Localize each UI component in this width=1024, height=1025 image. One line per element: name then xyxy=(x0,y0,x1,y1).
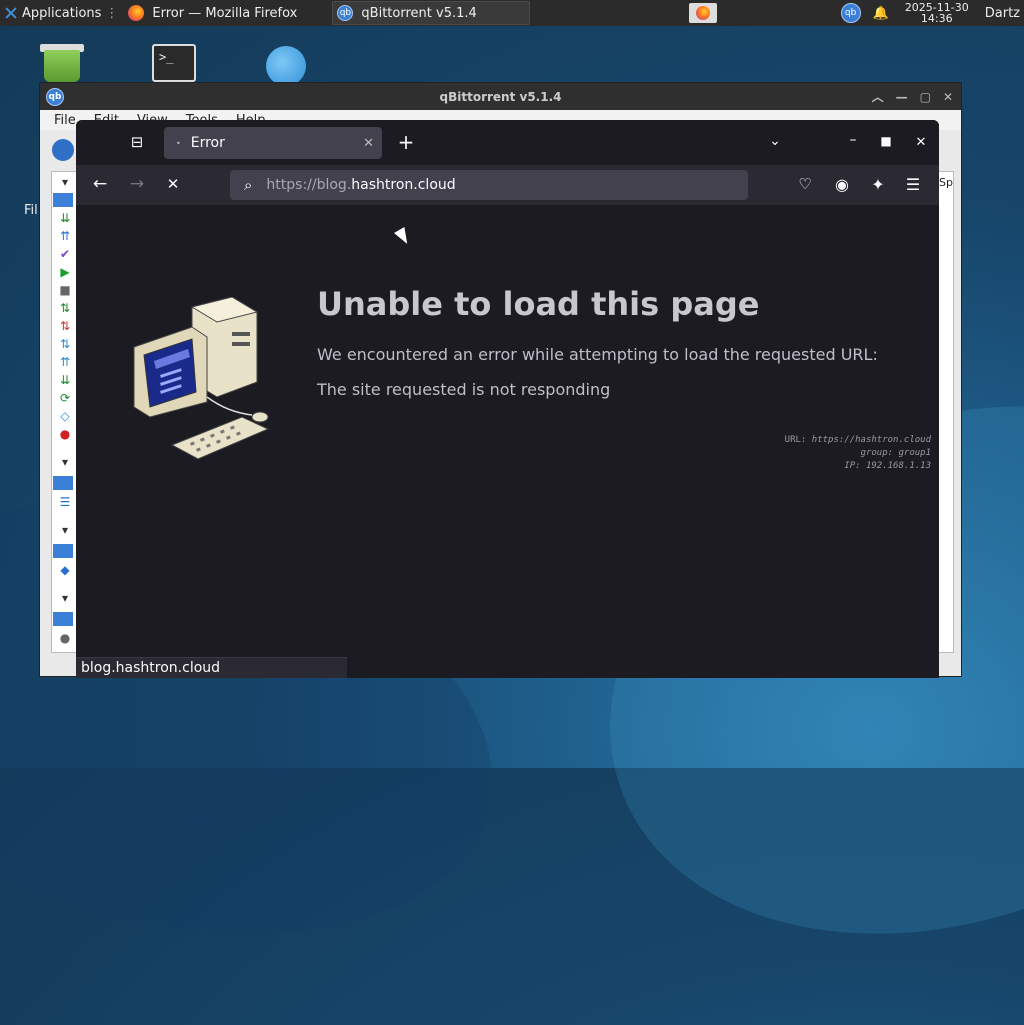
applications-menu[interactable]: Applications ⋮ xyxy=(0,0,122,26)
tab-title: Error xyxy=(190,135,225,151)
workspace-switcher[interactable] xyxy=(688,3,717,23)
search-icon: ⌕ xyxy=(244,176,253,194)
taskbar-qbittorrent[interactable]: qb qBittorrent v5.1.4 xyxy=(332,1,531,25)
back-icon[interactable]: ← xyxy=(89,176,111,193)
notifications-icon[interactable]: 🔔 xyxy=(869,0,893,26)
tab-error[interactable]: • Error ✕ xyxy=(164,127,382,159)
tray-qbittorrent-icon: qb xyxy=(840,3,861,23)
stalled-downloading-icon[interactable]: ⇊ xyxy=(58,374,72,386)
running-icon[interactable]: ▶ xyxy=(58,266,72,278)
firefox-window[interactable]: ⊟ • Error ✕ + ⌄ – ■ ✕ ← → ✕ ⌕ https://bl… xyxy=(76,120,939,678)
error-description: We encountered an error while attempting… xyxy=(317,345,878,364)
errored-icon[interactable]: ● xyxy=(58,428,72,440)
url-host: hashtron.cloud xyxy=(351,177,456,193)
collapse-icon[interactable]: ▾ xyxy=(58,176,72,188)
trash-icon[interactable] xyxy=(40,42,84,82)
qb-close-icon[interactable]: ✕ xyxy=(943,90,953,104)
firefox-tabbar: ⊟ • Error ✕ + ⌄ – ■ ✕ xyxy=(76,120,939,165)
firefox-view-icon[interactable]: ⊟ xyxy=(126,134,148,151)
meta-url-label: URL: xyxy=(784,435,807,445)
qbittorrent-titlebar[interactable]: qb qBittorrent v5.1.4 ︿ — ▢ ✕ xyxy=(40,83,961,110)
qbittorrent-window-icon: qb xyxy=(46,88,64,106)
user-menu[interactable]: Dartz xyxy=(981,0,1024,26)
inactive-icon[interactable]: ⇅ xyxy=(58,320,72,332)
qbittorrent-title: qBittorrent v5.1.4 xyxy=(439,89,562,104)
qb-maximize-icon[interactable]: ▢ xyxy=(920,90,931,104)
minimize-icon[interactable]: – xyxy=(842,132,864,149)
terminal-icon[interactable]: >_ xyxy=(152,44,196,82)
taskbar-firefox-label: Error — Mozilla Firefox xyxy=(152,5,298,21)
tray-qbittorrent[interactable]: qb xyxy=(837,0,869,26)
tags-collapse-icon[interactable]: ▾ xyxy=(58,524,72,536)
tab-close-icon[interactable]: ✕ xyxy=(363,136,374,151)
stopped-icon[interactable]: ■ xyxy=(58,284,72,296)
retro-computer-illustration xyxy=(133,297,270,460)
error-detail: The site requested is not responding xyxy=(317,380,611,399)
list-icon[interactable]: ☰ xyxy=(58,496,72,508)
tag-icon[interactable]: ◆ xyxy=(58,564,72,576)
top-panel: Applications ⋮ Error — Mozilla Firefox q… xyxy=(0,0,1024,26)
tag-all-selected[interactable] xyxy=(53,544,73,558)
web-browser-icon[interactable] xyxy=(266,46,306,86)
meta-ip-label: IP: xyxy=(844,461,861,471)
taskbar-qbittorrent-label: qBittorrent v5.1.4 xyxy=(361,5,477,21)
filter-all-selected[interactable] xyxy=(53,193,73,207)
menu-hamburger-icon[interactable]: ☰ xyxy=(902,176,924,193)
applications-label: Applications xyxy=(22,5,102,21)
stalled-uploading-icon[interactable]: ⇈ xyxy=(58,356,72,368)
completed-icon[interactable]: ✔ xyxy=(58,248,72,260)
clock[interactable]: 2025-11-30 14:36 xyxy=(901,0,973,26)
meta-url: URL: https://hashtron.cloud xyxy=(785,435,931,445)
error-title: Unable to load this page xyxy=(317,285,760,323)
taskbar-firefox[interactable]: Error — Mozilla Firefox xyxy=(124,1,328,25)
workspace-firefox-icon xyxy=(695,6,710,20)
qbittorrent-right-panel: Sp xyxy=(938,171,954,653)
url-bar[interactable]: ⌕ https://blog. hashtron.cloud xyxy=(230,170,748,200)
qb-add-link-icon[interactable] xyxy=(52,139,74,161)
checking-icon[interactable]: ⟳ xyxy=(58,392,72,404)
qbittorrent-icon: qb xyxy=(337,5,354,21)
qb-minimize-icon[interactable]: — xyxy=(896,90,908,104)
meta-ip: IP: 192.168.1.13 xyxy=(844,461,931,471)
stalled-icon[interactable]: ⇅ xyxy=(58,338,72,350)
account-icon[interactable]: ◉ xyxy=(831,176,853,193)
active-icon[interactable]: ⇅ xyxy=(58,302,72,314)
new-tab-icon[interactable]: + xyxy=(395,132,417,152)
firefox-icon xyxy=(128,5,145,21)
meta-url-value: https://hashtron.cloud xyxy=(811,435,931,445)
meta-ip-value: 192.168.1.13 xyxy=(865,461,931,471)
status-bar: blog.hashtron.cloud xyxy=(76,657,347,678)
separator-icon: ⋮ xyxy=(105,5,119,21)
tab-list-chevron-down-icon[interactable]: ⌄ xyxy=(764,133,786,150)
firefox-navbar: ← → ✕ ⌕ https://blog. hashtron.cloud ♡ ◉ … xyxy=(76,165,939,205)
tracker-icon[interactable]: ● xyxy=(58,632,72,644)
maximize-icon[interactable]: ■ xyxy=(875,133,897,150)
seeding-icon[interactable]: ⇈ xyxy=(58,230,72,242)
downloading-icon[interactable]: ⇊ xyxy=(58,212,72,224)
stop-loading-icon[interactable]: ✕ xyxy=(162,176,184,193)
page-content: Unable to load this page We encountered … xyxy=(76,205,939,678)
trackers-collapse-icon[interactable]: ▾ xyxy=(58,592,72,604)
meta-group-value: group1 xyxy=(898,448,931,458)
moving-icon[interactable]: ◇ xyxy=(58,410,72,422)
qb-shade-icon[interactable]: ︿ xyxy=(872,88,884,105)
clock-time: 14:36 xyxy=(920,12,953,25)
meta-group: group: group1 xyxy=(861,448,931,458)
tab-favicon-icon: • xyxy=(176,138,181,148)
meta-group-label: group: xyxy=(860,448,894,458)
qb-right-fragment: Sp xyxy=(939,176,953,189)
desktop-label: Fil xyxy=(24,203,38,218)
menu-file[interactable]: File xyxy=(54,113,76,128)
forward-icon[interactable]: → xyxy=(126,176,148,193)
category-all-selected[interactable] xyxy=(53,476,73,490)
tracker-all-selected[interactable] xyxy=(53,612,73,626)
categories-collapse-icon[interactable]: ▾ xyxy=(58,456,72,468)
xfce-logo-icon xyxy=(4,6,18,20)
extensions-icon[interactable]: ✦ xyxy=(867,176,889,193)
url-prefix: https://blog. xyxy=(266,177,352,193)
pocket-icon[interactable]: ♡ xyxy=(794,176,816,193)
close-icon[interactable]: ✕ xyxy=(910,134,932,151)
